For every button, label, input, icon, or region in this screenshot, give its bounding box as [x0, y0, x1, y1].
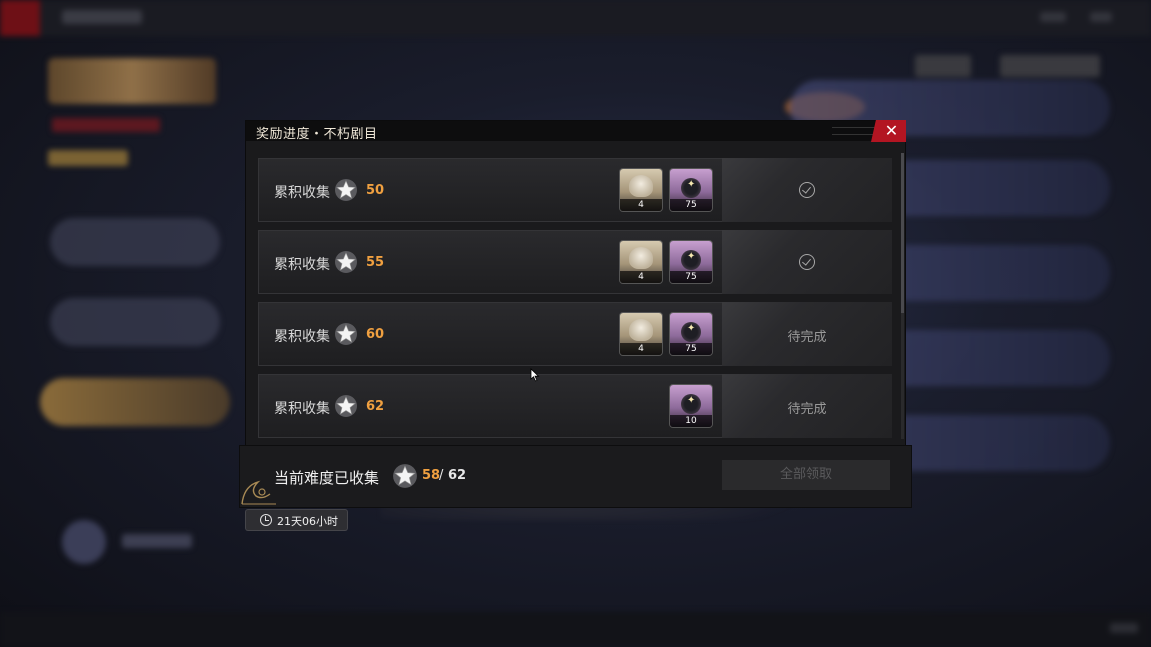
- star-icon: [335, 395, 357, 417]
- top-bar-resource: [1090, 12, 1112, 22]
- claim-all-button[interactable]: 全部领取: [722, 460, 890, 490]
- reward-item-material[interactable]: 75: [670, 241, 712, 283]
- reward-item-material[interactable]: 75: [670, 169, 712, 211]
- row-label: 累积收集: [274, 185, 330, 201]
- claim-status-area: 待完成: [722, 302, 892, 366]
- reward-row: 累积收集 50 4 75: [258, 158, 892, 222]
- row-target-value: 62: [366, 399, 385, 414]
- scrollbar-thumb[interactable]: [901, 153, 904, 313]
- item-count: 75: [670, 271, 712, 283]
- close-button[interactable]: ✕: [871, 120, 906, 142]
- claim-status-area: [722, 158, 892, 222]
- reward-item-character[interactable]: 4: [620, 169, 662, 211]
- bottom-bar-button: [1110, 623, 1138, 633]
- collection-summary: 当前难度已收集 58 / 62 全部领取: [240, 446, 911, 507]
- side-menu-item: [50, 298, 220, 346]
- row-label: 累积收集: [274, 401, 330, 417]
- claim-status-area: [722, 230, 892, 294]
- item-count: 75: [670, 343, 712, 355]
- reward-item-material[interactable]: 10: [670, 385, 712, 427]
- total-count: 62: [448, 468, 467, 483]
- reward-row: 累积收集 60 4 75 待完成: [258, 302, 892, 366]
- row-target-value: 60: [366, 327, 385, 342]
- check-circle-icon: [799, 254, 815, 270]
- event-subtitle: [52, 118, 160, 132]
- cursor-icon: [530, 368, 540, 382]
- event-timer: 21天06小时: [246, 510, 347, 530]
- avatar-label: [122, 534, 192, 548]
- collected-count: 58: [422, 468, 441, 483]
- avatar: [62, 520, 106, 564]
- collected-label: 当前难度已收集: [274, 469, 380, 487]
- claim-status-area: 待完成: [722, 374, 892, 438]
- bottom-bar: [0, 612, 1151, 647]
- reward-item-character[interactable]: 4: [620, 241, 662, 283]
- item-count: 4: [620, 271, 662, 283]
- reward-row: 累积收集 55 4 75: [258, 230, 892, 294]
- star-icon: [335, 251, 357, 273]
- top-bar-title: [62, 10, 142, 24]
- item-count: 4: [620, 199, 662, 211]
- difficulty-selector: [1000, 55, 1100, 77]
- count-separator: /: [439, 468, 444, 483]
- reward-item-material[interactable]: 75: [670, 313, 712, 355]
- event-logo: [48, 58, 216, 104]
- clock-icon: [260, 514, 272, 526]
- star-icon: [393, 464, 417, 488]
- ornament-icon: [241, 480, 276, 505]
- row-target-value: 50: [366, 183, 385, 198]
- row-label: 累积收集: [274, 257, 330, 273]
- timer-text: 21天06小时: [277, 515, 338, 528]
- item-count: 4: [620, 343, 662, 355]
- pending-status: 待完成: [787, 402, 827, 417]
- item-count: 75: [670, 199, 712, 211]
- top-bar-resource: [1040, 12, 1066, 22]
- event-tag: [48, 150, 128, 166]
- modal-title: 奖励进度・不朽剧目: [256, 127, 378, 142]
- top-bar: [0, 0, 1151, 36]
- side-menu-item-active: [40, 378, 230, 426]
- item-count: 10: [670, 415, 712, 427]
- back-button: [0, 0, 40, 36]
- pending-status: 待完成: [787, 330, 827, 345]
- modal-header: 奖励进度・不朽剧目: [246, 121, 905, 142]
- star-icon: [335, 323, 357, 345]
- reward-item-character[interactable]: 4: [620, 313, 662, 355]
- row-label: 累积收集: [274, 329, 330, 345]
- row-target-value: 55: [366, 255, 385, 270]
- difficulty-button: [915, 55, 971, 77]
- check-circle-icon: [799, 182, 815, 198]
- side-menu-item: [50, 218, 220, 266]
- reward-row: 累积收集 62 10 待完成: [258, 374, 892, 438]
- star-icon: [335, 179, 357, 201]
- close-icon: ✕: [884, 121, 899, 140]
